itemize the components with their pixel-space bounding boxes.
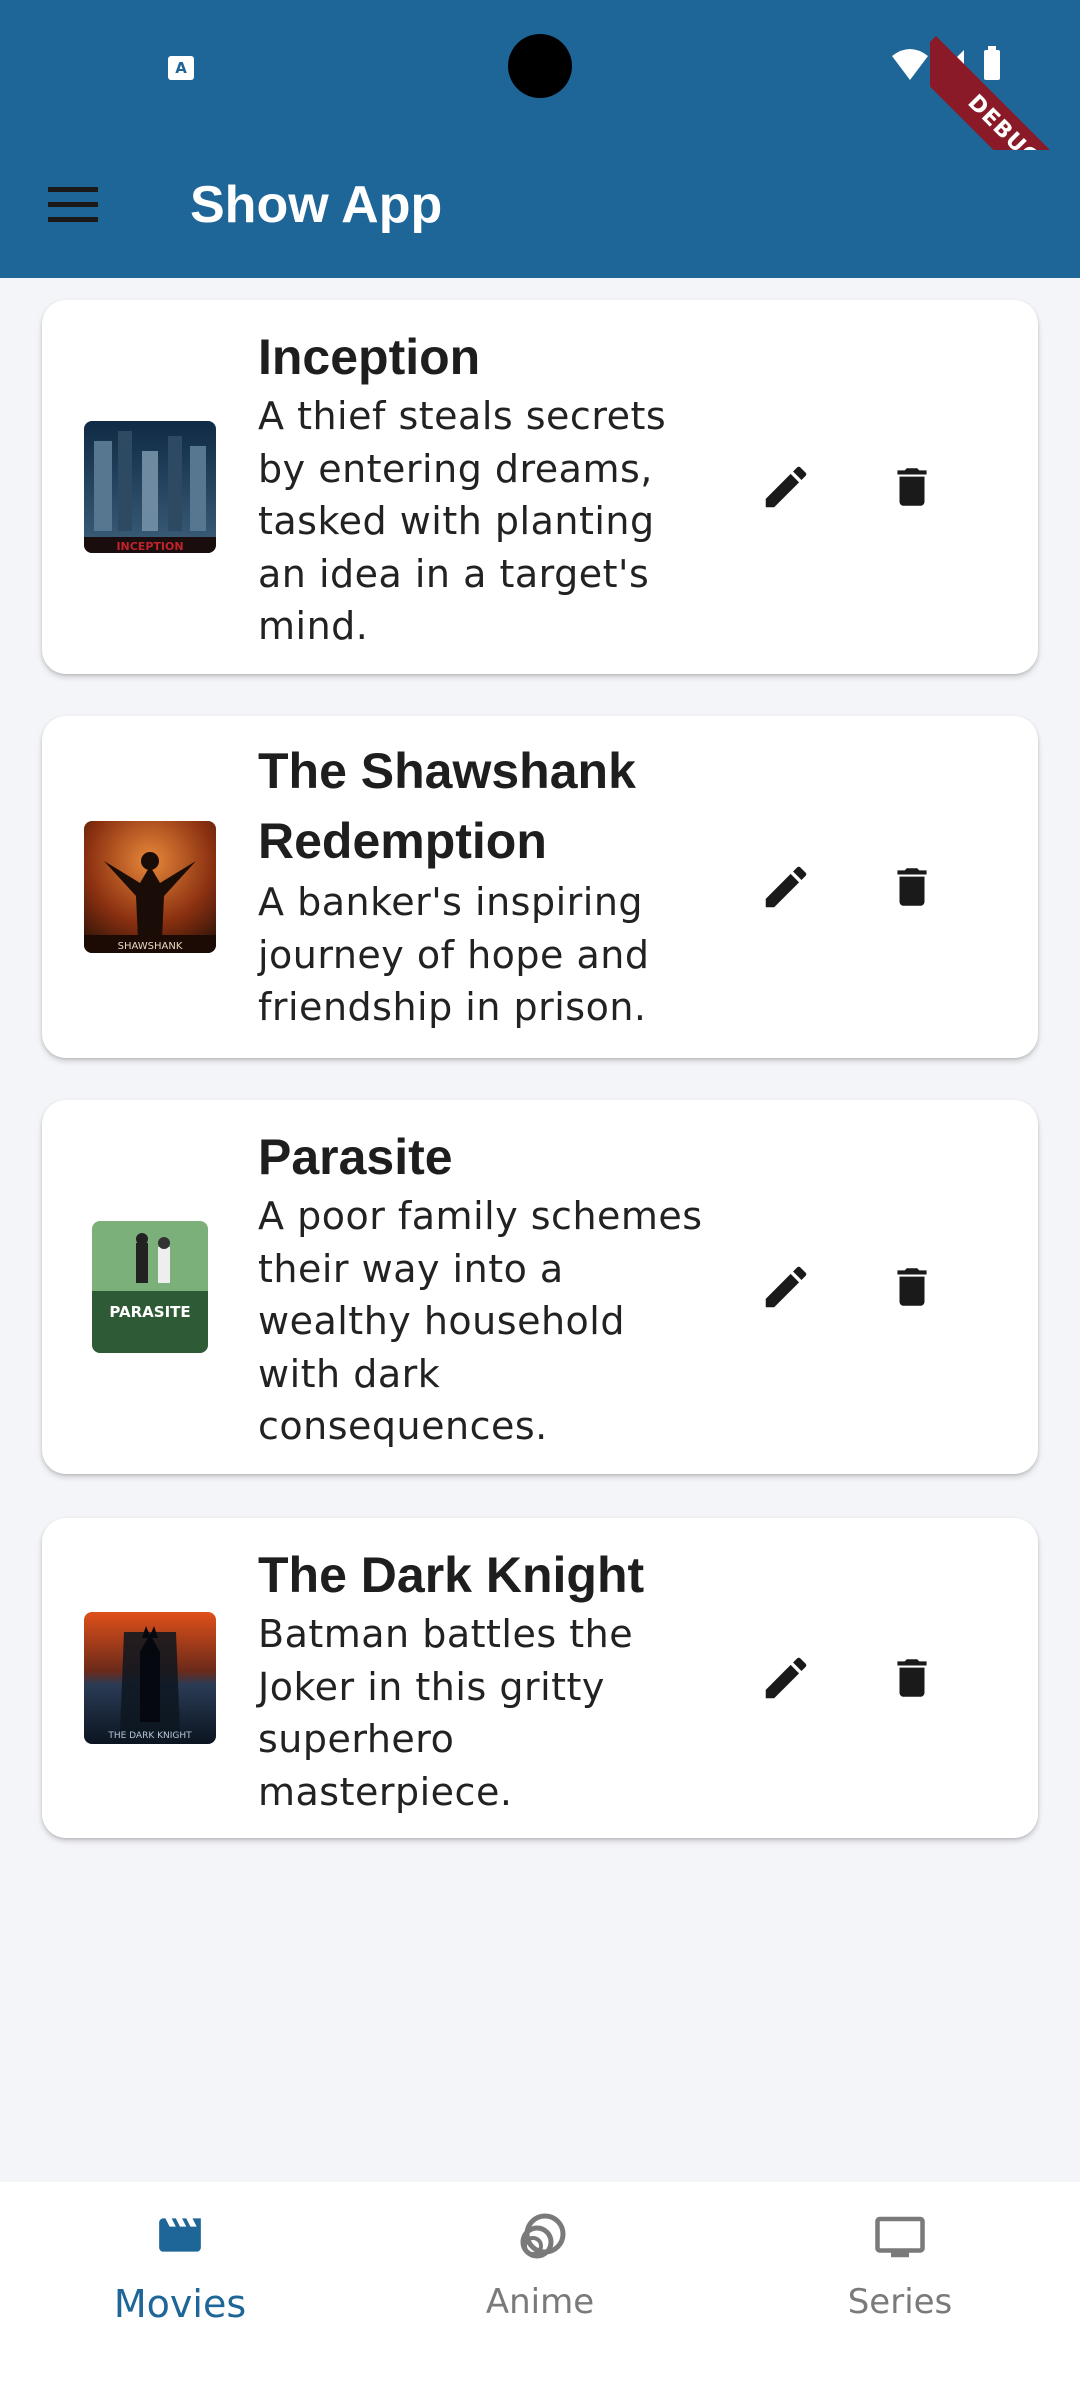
edit-button[interactable] bbox=[746, 447, 826, 527]
nav-item-anime[interactable]: Anime bbox=[360, 2182, 720, 2400]
movie-poster: INCEPTION bbox=[84, 421, 216, 553]
delete-button[interactable] bbox=[872, 1638, 952, 1718]
edit-button[interactable] bbox=[746, 1638, 826, 1718]
movie-poster: PARASITE bbox=[92, 1221, 208, 1353]
movie-title: The Dark Knight bbox=[258, 1547, 645, 1603]
edit-button[interactable] bbox=[746, 1247, 826, 1327]
nav-item-movies[interactable]: Movies bbox=[0, 2182, 360, 2400]
movie-card[interactable]: PARASITE Parasite A poor family schemes … bbox=[42, 1100, 1038, 1474]
trash-icon bbox=[897, 468, 927, 506]
trash-icon bbox=[897, 1268, 927, 1306]
debug-banner: DEBUG bbox=[930, 0, 1080, 150]
svg-text:PARASITE: PARASITE bbox=[109, 1303, 190, 1321]
hamburger-icon bbox=[48, 187, 98, 222]
movie-card[interactable]: THE DARK KNIGHT The Dark Knight Batman b… bbox=[42, 1518, 1038, 1838]
menu-button[interactable] bbox=[40, 172, 106, 238]
movie-card[interactable]: SHAWSHANK The Shawshank Redemption A ban… bbox=[42, 716, 1038, 1058]
delete-button[interactable] bbox=[872, 847, 952, 927]
pencil-icon bbox=[765, 1266, 807, 1308]
trash-icon bbox=[897, 1659, 927, 1697]
movie-title: Parasite bbox=[258, 1129, 453, 1185]
movie-clapper-icon bbox=[159, 2218, 201, 2252]
movie-description: Batman battles the Joker in this gritty … bbox=[258, 1612, 634, 1814]
pencil-icon bbox=[765, 866, 807, 908]
bottom-navigation: Movies Anime Series bbox=[0, 2182, 1080, 2400]
delete-button[interactable] bbox=[872, 447, 952, 527]
tv-icon bbox=[875, 2216, 925, 2258]
movie-description: A thief steals secrets by entering dream… bbox=[258, 394, 667, 648]
pencil-icon bbox=[765, 466, 807, 508]
svg-text:THE DARK KNIGHT: THE DARK KNIGHT bbox=[107, 1731, 192, 1741]
movie-card[interactable]: INCEPTION Inception A thief steals secre… bbox=[42, 300, 1038, 674]
nav-label: Series bbox=[847, 2282, 953, 2322]
delete-button[interactable] bbox=[872, 1247, 952, 1327]
svg-text:SHAWSHANK: SHAWSHANK bbox=[118, 941, 183, 952]
status-bar: A bbox=[0, 0, 1080, 132]
wifi-icon bbox=[892, 49, 928, 80]
app-bar: A DEBUG Show App bbox=[0, 0, 1080, 278]
movie-poster: SHAWSHANK bbox=[84, 821, 216, 953]
movie-description: A banker's inspiring journey of hope and… bbox=[258, 880, 650, 1029]
trash-icon bbox=[897, 868, 927, 906]
svg-text:INCEPTION: INCEPTION bbox=[116, 540, 183, 553]
movie-title: The Shawshank Redemption bbox=[258, 743, 636, 869]
nav-item-series[interactable]: Series bbox=[720, 2182, 1080, 2400]
camera-cutout bbox=[508, 34, 572, 98]
edit-button[interactable] bbox=[746, 847, 826, 927]
debug-label: DEBUG bbox=[930, 36, 1080, 150]
movie-poster: THE DARK KNIGHT bbox=[84, 1612, 216, 1744]
pencil-icon bbox=[765, 1657, 807, 1699]
app-title: Show App bbox=[190, 176, 443, 234]
movie-title: Inception bbox=[258, 329, 481, 385]
nav-label: Movies bbox=[113, 2282, 247, 2326]
nav-label: Anime bbox=[485, 2282, 595, 2322]
movie-description: A poor family schemes their way into a w… bbox=[258, 1194, 703, 1448]
notification-icon: A bbox=[168, 56, 194, 80]
anime-rings-icon bbox=[520, 2213, 566, 2259]
